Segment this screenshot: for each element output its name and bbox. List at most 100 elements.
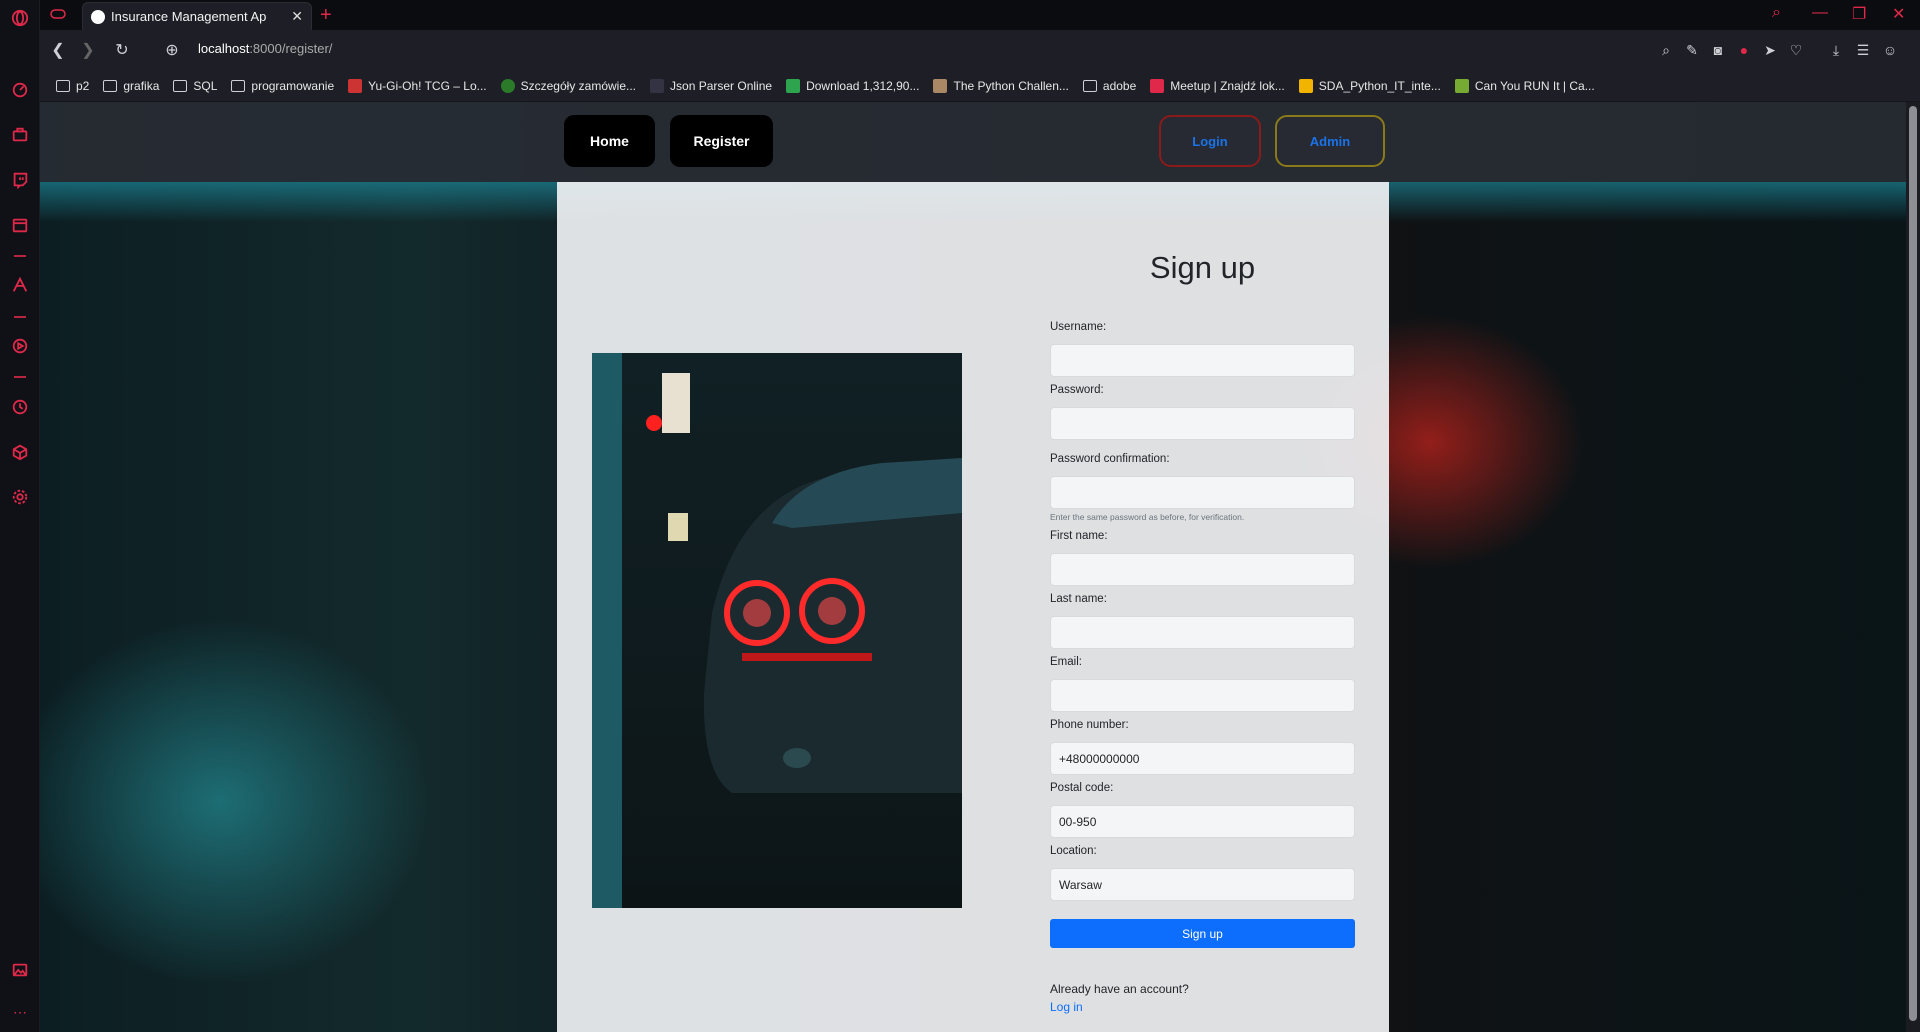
site-info-globe-icon[interactable]: ⊕ — [162, 40, 182, 60]
sidebar-separator — [14, 255, 26, 257]
bookmark-item[interactable]: p2 — [56, 79, 89, 93]
address-bar-row: ❮ ❯ ↻ ⊕ localhost:8000/register/ ⌕ ✎ ◙ ●… — [40, 30, 1920, 70]
password-label: Password: — [1050, 384, 1104, 396]
briefcase-icon[interactable] — [10, 125, 30, 145]
tab-close-icon[interactable]: ✕ — [291, 8, 303, 25]
username-input[interactable] — [1050, 344, 1355, 377]
bookmarks-bar: p2 grafika SQL programowanie Yu-Gi-Oh! T… — [40, 70, 1920, 102]
scrollbar-thumb[interactable] — [1909, 106, 1917, 1021]
search-tabs-icon[interactable]: ⌕ — [1772, 4, 1781, 22]
bookmark-item[interactable]: adobe — [1082, 79, 1136, 93]
close-window-icon[interactable]: ✕ — [1892, 4, 1905, 24]
send-icon[interactable]: ➤ — [1761, 41, 1779, 59]
speed-dial-icon[interactable] — [10, 80, 30, 100]
phone-number-label: Phone number: — [1050, 719, 1129, 731]
new-tab-plus-icon[interactable]: + — [320, 4, 332, 27]
bookmark-item[interactable]: The Python Challen... — [933, 78, 1069, 93]
favicon-icon — [933, 78, 948, 93]
sidebar-separator — [14, 316, 26, 318]
nav-register-button[interactable]: Register — [670, 115, 773, 167]
bookmark-item[interactable]: Download 1,312,90... — [786, 78, 919, 93]
minimize-icon[interactable]: — — [1812, 4, 1828, 22]
camera-snapshot-icon[interactable]: ◙ — [1709, 41, 1727, 59]
first-name-input[interactable] — [1050, 553, 1355, 586]
back-arrow-icon[interactable]: ❮ — [48, 40, 68, 60]
register-card: Sign up Username: Password: Password con… — [557, 182, 1389, 1032]
sidebar-separator — [14, 376, 26, 378]
bookmark-item[interactable]: Yu-Gi-Oh! TCG – Lo... — [348, 78, 487, 93]
tab-active[interactable]: Insurance Management Ap ✕ — [82, 2, 312, 30]
adblock-shield-icon[interactable]: ● — [1735, 41, 1753, 59]
page-title: Sign up — [1149, 250, 1256, 285]
folder-icon — [173, 79, 188, 92]
download-icon[interactable]: ⤓ — [1827, 41, 1845, 59]
folder-icon — [56, 79, 70, 92]
bookmark-item[interactable]: Szczegóły zamówie... — [500, 78, 636, 93]
password-input[interactable] — [1050, 407, 1355, 440]
folder-icon — [103, 79, 118, 92]
reload-icon[interactable]: ↻ — [112, 40, 132, 60]
extensions-cube-icon[interactable] — [10, 442, 30, 462]
search-page-icon[interactable]: ⌕ — [1657, 41, 1675, 59]
nav-admin-button[interactable]: Admin — [1275, 115, 1385, 167]
email-input[interactable] — [1050, 679, 1355, 712]
first-name-label: First name: — [1050, 530, 1108, 542]
profile-icon[interactable]: ☺ — [1881, 41, 1899, 59]
settings-gear-icon[interactable] — [10, 487, 30, 507]
favicon-icon — [650, 78, 665, 93]
easy-setup-icon[interactable]: ☰ — [1854, 41, 1872, 59]
last-name-input[interactable] — [1050, 616, 1355, 649]
username-label: Username: — [1050, 321, 1107, 333]
url-host: localhost — [198, 41, 250, 56]
phone-number-input[interactable]: +48000000000 — [1050, 742, 1355, 775]
bookmark-item[interactable]: Meetup | Znajdź lok... — [1150, 78, 1285, 93]
location-input[interactable]: Warsaw — [1050, 868, 1355, 901]
bookmark-item[interactable]: Can You RUN It | Ca... — [1454, 78, 1595, 93]
nav-home-button[interactable]: Home — [564, 115, 655, 167]
folder-icon — [231, 79, 246, 92]
favicon-icon — [1298, 78, 1313, 93]
bookmark-item[interactable]: SQL — [173, 79, 217, 93]
location-label: Location: — [1050, 845, 1097, 857]
postal-code-label: Postal code: — [1050, 782, 1114, 794]
postal-code-input[interactable]: 00-950 — [1050, 805, 1355, 838]
favicon-icon — [348, 78, 363, 93]
calendar-icon[interactable] — [10, 215, 30, 235]
site-navbar: Home Register Login Admin — [40, 102, 1920, 182]
bookmark-item[interactable]: SDA_Python_IT_inte... — [1298, 78, 1441, 93]
gamepad-icon[interactable] — [50, 6, 66, 22]
car-illustration — [592, 353, 962, 908]
browser-sidebar: ⋯ — [0, 0, 40, 1032]
nav-login-button[interactable]: Login — [1159, 115, 1261, 167]
history-icon[interactable] — [10, 397, 30, 417]
folder-icon — [1082, 79, 1097, 92]
globe-favicon-icon — [91, 9, 105, 24]
password-confirmation-input[interactable] — [1050, 476, 1355, 509]
more-dots-icon[interactable]: ⋯ — [10, 1002, 30, 1022]
tab-strip: Insurance Management Ap ✕ + ⌕ — ❐ ✕ — [40, 0, 1920, 30]
sign-up-button[interactable]: Sign up — [1050, 919, 1355, 948]
favicon-icon — [786, 78, 801, 93]
favicon-icon — [1150, 78, 1165, 93]
aria-icon[interactable] — [10, 275, 30, 295]
twitch-icon[interactable] — [10, 170, 30, 190]
player-icon[interactable] — [10, 336, 30, 356]
car-photo — [592, 353, 962, 908]
page-viewport: Home Register Login Admin Sign up Userna… — [40, 102, 1920, 1032]
password-confirmation-label: Password confirmation: — [1050, 453, 1170, 465]
favicon-icon — [1454, 78, 1469, 93]
bookmark-item[interactable]: grafika — [103, 79, 159, 93]
edit-icon[interactable]: ✎ — [1683, 41, 1701, 59]
url-field[interactable]: localhost:8000/register/ — [198, 41, 332, 56]
wallpaper-icon[interactable] — [10, 960, 30, 980]
last-name-label: Last name: — [1050, 593, 1107, 605]
restore-icon[interactable]: ❐ — [1852, 4, 1866, 24]
bookmark-item[interactable]: programowanie — [231, 79, 334, 93]
forward-arrow-icon[interactable]: ❯ — [78, 40, 98, 60]
opera-logo-icon[interactable] — [10, 8, 30, 28]
password-help-text: Enter the same password as before, for v… — [1050, 512, 1245, 522]
page-scrollbar[interactable] — [1906, 102, 1920, 1032]
bookmark-item[interactable]: Json Parser Online — [650, 78, 772, 93]
heart-bookmark-icon[interactable]: ♡ — [1787, 41, 1805, 59]
log-in-link[interactable]: Log in — [1050, 1000, 1083, 1014]
